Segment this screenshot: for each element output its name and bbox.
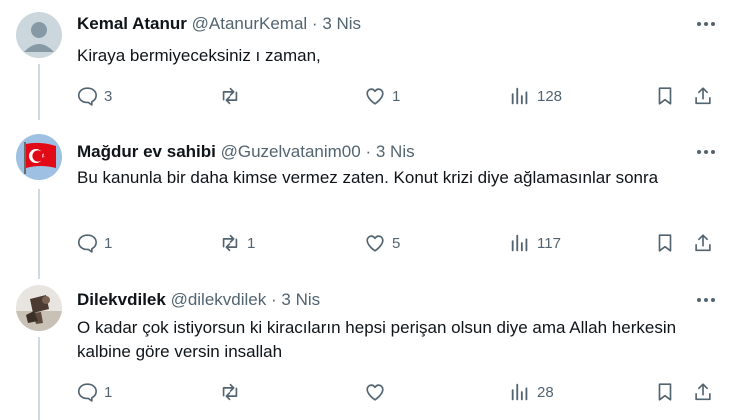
retweet-button[interactable]: 1 bbox=[219, 231, 255, 255]
author-name[interactable]: Kemal Atanur bbox=[77, 14, 187, 33]
share-button[interactable] bbox=[692, 380, 714, 404]
reply-icon bbox=[77, 234, 97, 253]
view-count: 128 bbox=[537, 87, 563, 105]
reply-icon bbox=[77, 87, 97, 106]
turkish-flag-avatar bbox=[16, 134, 62, 180]
retweet-button[interactable] bbox=[219, 380, 247, 404]
share-button[interactable] bbox=[692, 231, 714, 255]
views-button[interactable]: 117 bbox=[509, 231, 561, 255]
heart-icon bbox=[366, 88, 384, 105]
author-name[interactable]: Mağdur ev sahibi bbox=[77, 142, 216, 161]
default-avatar-icon bbox=[16, 12, 62, 58]
avatar[interactable] bbox=[16, 134, 62, 180]
retweet-button[interactable] bbox=[219, 84, 247, 108]
retweet-icon bbox=[222, 383, 238, 401]
heart-icon bbox=[366, 235, 384, 252]
bookmark-button[interactable] bbox=[654, 84, 676, 108]
share-icon bbox=[695, 383, 711, 401]
timestamp[interactable]: 3 Nis bbox=[376, 142, 415, 161]
views-bar-chart-icon bbox=[511, 383, 528, 401]
photo-avatar bbox=[16, 285, 62, 331]
like-count: 1 bbox=[392, 87, 401, 105]
reply-count: 1 bbox=[104, 383, 113, 401]
views-bar-chart-icon bbox=[511, 87, 528, 105]
reply-button[interactable]: 1 bbox=[76, 380, 112, 404]
separator-dot: · bbox=[365, 142, 372, 161]
bookmark-icon bbox=[658, 87, 672, 105]
bookmark-button[interactable] bbox=[654, 231, 676, 255]
reply-icon bbox=[77, 383, 97, 402]
author-handle[interactable]: @AtanurKemal bbox=[192, 14, 308, 33]
timestamp[interactable]: 3 Nis bbox=[322, 14, 361, 33]
retweet-icon bbox=[222, 234, 238, 252]
reply-button[interactable]: 3 bbox=[76, 84, 112, 108]
retweet-icon bbox=[222, 87, 238, 105]
heart-icon bbox=[366, 384, 384, 401]
more-options-icon[interactable] bbox=[694, 142, 718, 162]
views-bar-chart-icon bbox=[511, 234, 528, 252]
bookmark-button[interactable] bbox=[654, 380, 676, 404]
avatar[interactable] bbox=[16, 285, 62, 331]
tweet[interactable]: Dilekvdilek @dilekvdilek · 3 Nis O kadar… bbox=[0, 280, 730, 420]
timestamp[interactable]: 3 Nis bbox=[281, 290, 320, 309]
like-button[interactable]: 5 bbox=[364, 231, 400, 255]
more-options-icon[interactable] bbox=[694, 290, 718, 310]
retweet-count: 1 bbox=[247, 234, 256, 252]
reply-button[interactable]: 1 bbox=[76, 231, 112, 255]
share-icon bbox=[695, 234, 711, 252]
tweet-text: Kiraya bermiyeceksiniz ı zaman, bbox=[77, 46, 321, 65]
share-button[interactable] bbox=[692, 84, 714, 108]
reply-count: 1 bbox=[104, 234, 113, 252]
view-count: 28 bbox=[537, 383, 554, 401]
view-count: 117 bbox=[537, 234, 561, 252]
share-icon bbox=[695, 87, 711, 105]
tweet-text: Bu kanunla bir daha kimse vermez zaten. … bbox=[77, 168, 659, 187]
bookmark-icon bbox=[658, 234, 672, 252]
like-button[interactable] bbox=[364, 380, 392, 404]
like-count: 5 bbox=[392, 234, 401, 252]
bookmark-icon bbox=[658, 383, 672, 401]
author-handle[interactable]: @dilekvdilek bbox=[171, 290, 267, 309]
author-handle[interactable]: @Guzelvatanim00 bbox=[221, 142, 361, 161]
more-options-icon[interactable] bbox=[694, 14, 718, 34]
avatar[interactable] bbox=[16, 12, 62, 58]
author-name[interactable]: Dilekvdilek bbox=[77, 290, 166, 309]
tweet-text: O kadar çok istiyorsun ki kiracıların he… bbox=[77, 318, 677, 361]
views-button[interactable]: 28 bbox=[509, 380, 554, 404]
tweet[interactable]: Kemal Atanur @AtanurKemal · 3 Nis Kiraya… bbox=[0, 0, 730, 130]
like-button[interactable]: 1 bbox=[364, 84, 400, 108]
tweet[interactable]: Mağdur ev sahibi @Guzelvatanim00 · 3 Nis… bbox=[0, 130, 730, 280]
separator-dot: · bbox=[270, 290, 277, 309]
separator-dot: · bbox=[311, 14, 318, 33]
reply-count: 3 bbox=[104, 87, 113, 105]
views-button[interactable]: 128 bbox=[509, 84, 562, 108]
